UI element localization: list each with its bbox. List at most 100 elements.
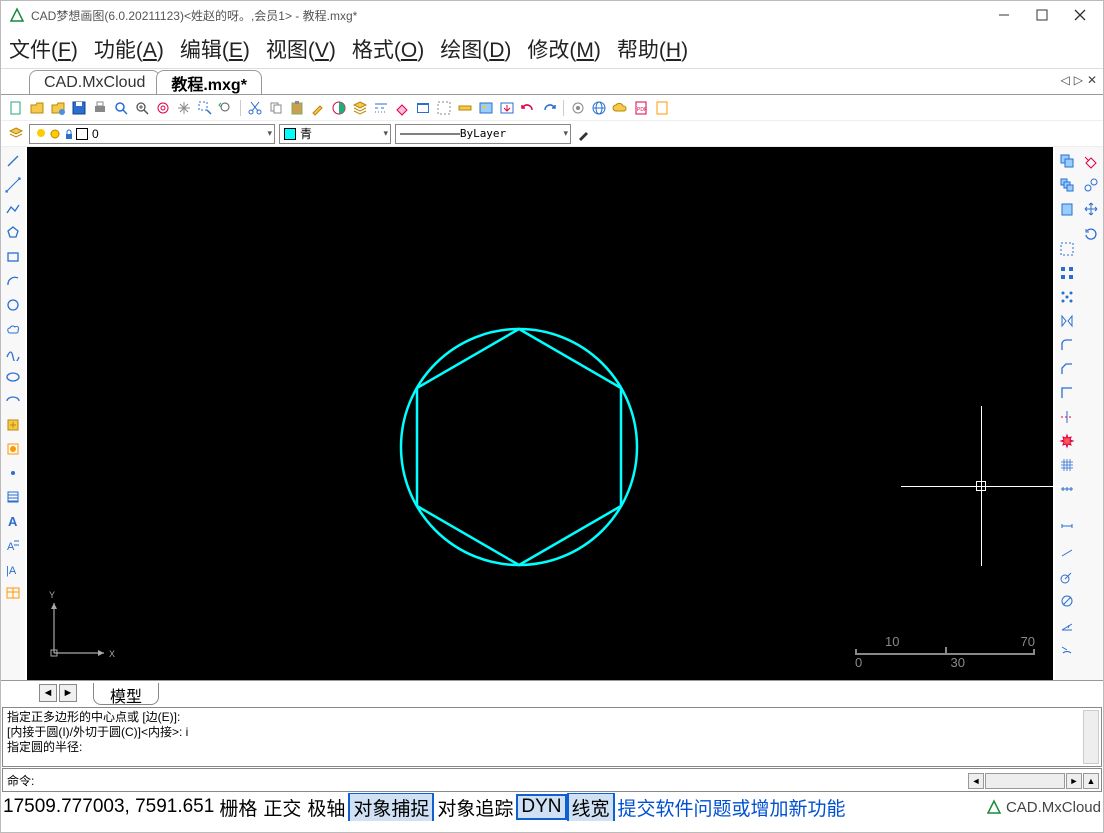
find-icon[interactable]	[112, 99, 130, 117]
chamfer-icon[interactable]	[1057, 359, 1077, 379]
zoom-extents-icon[interactable]	[154, 99, 172, 117]
table-icon[interactable]	[3, 583, 23, 603]
color-combo[interactable]: 青 ▾	[279, 124, 391, 144]
erase-icon[interactable]	[1081, 151, 1101, 171]
cut-icon[interactable]	[246, 99, 264, 117]
spline-icon[interactable]	[3, 343, 23, 363]
hatch-icon[interactable]	[3, 487, 23, 507]
redo-icon[interactable]	[540, 99, 558, 117]
help-icon[interactable]	[653, 99, 671, 117]
menu-view[interactable]: 视图(V)	[266, 34, 336, 64]
status-ortho[interactable]: 正交	[260, 794, 304, 821]
copy3-icon[interactable]	[1057, 175, 1077, 195]
status-feedback-link[interactable]: 提交软件问题或增加新功能	[615, 794, 849, 821]
scroll-left-icon[interactable]: ◄	[968, 773, 984, 789]
close-button[interactable]	[1073, 8, 1087, 22]
copy-obj-icon[interactable]	[1081, 175, 1101, 195]
revcloud-icon[interactable]	[3, 319, 23, 339]
scroll-up-icon[interactable]: ▲	[1083, 773, 1099, 789]
command-input[interactable]: 命令: ◄ ► ▲	[2, 768, 1102, 792]
minimize-button[interactable]	[997, 8, 1011, 22]
scroll-track[interactable]	[985, 773, 1065, 789]
chamfer2-icon[interactable]	[1057, 383, 1077, 403]
color-icon[interactable]	[330, 99, 348, 117]
array2-icon[interactable]	[1057, 287, 1077, 307]
dim-diameter-icon[interactable]	[1057, 591, 1077, 611]
scroll-right-icon[interactable]: ►	[1066, 773, 1082, 789]
insert-block-icon[interactable]	[3, 415, 23, 435]
status-otrack[interactable]: 对象追踪	[434, 794, 516, 821]
array-icon[interactable]	[1057, 263, 1077, 283]
dim-angular-icon[interactable]	[1057, 615, 1077, 635]
zoom-in-icon[interactable]	[133, 99, 151, 117]
status-dyn[interactable]: DYN	[516, 794, 566, 820]
grid-icon[interactable]	[1057, 455, 1077, 475]
make-block-icon[interactable]	[3, 439, 23, 459]
tab-cloud[interactable]: CAD.MxCloud	[29, 70, 160, 94]
mtext-icon[interactable]: A	[3, 535, 23, 555]
match-icon[interactable]	[309, 99, 327, 117]
line-icon[interactable]	[3, 151, 23, 171]
dim-aligned-icon[interactable]	[1057, 543, 1077, 563]
tab-prev-icon[interactable]: ◁	[1060, 73, 1069, 87]
print-icon[interactable]	[91, 99, 109, 117]
open-icon[interactable]	[28, 99, 46, 117]
drawing-canvas[interactable]: X Y 1070 030	[27, 147, 1053, 680]
linetype-icon[interactable]	[372, 99, 390, 117]
circle-icon[interactable]	[3, 295, 23, 315]
globe-icon[interactable]	[590, 99, 608, 117]
model-tab[interactable]: 模型	[93, 683, 159, 705]
move-icon[interactable]	[1081, 199, 1101, 219]
tab-nav-next[interactable]: ►	[59, 684, 77, 702]
layers-icon[interactable]	[351, 99, 369, 117]
layer-combo[interactable]: 0 ▾	[29, 124, 275, 144]
dim-radius-icon[interactable]	[1057, 567, 1077, 587]
status-grid[interactable]: 栅格	[216, 794, 260, 821]
eraser-icon[interactable]	[393, 99, 411, 117]
tab-close-icon[interactable]: ✕	[1087, 73, 1097, 87]
menu-edit[interactable]: 编辑(E)	[180, 34, 250, 64]
tab-nav-prev[interactable]: ◄	[39, 684, 57, 702]
mirror-icon[interactable]	[1057, 311, 1077, 331]
rotate-icon[interactable]	[1081, 223, 1101, 243]
scrollbar-vertical[interactable]	[1083, 710, 1099, 764]
pan-icon[interactable]	[175, 99, 193, 117]
pdf-icon[interactable]: PDF	[632, 99, 650, 117]
brush-icon[interactable]	[575, 125, 593, 143]
paste-icon[interactable]	[288, 99, 306, 117]
trim-icon[interactable]	[1057, 407, 1077, 427]
menu-file[interactable]: 文件(F)	[9, 34, 78, 64]
export-icon[interactable]	[498, 99, 516, 117]
ellipse-arc-icon[interactable]	[3, 391, 23, 411]
dim-arc-icon[interactable]	[1057, 639, 1077, 659]
copy2-icon[interactable]	[1057, 151, 1077, 171]
image-icon[interactable]	[477, 99, 495, 117]
polygon-icon[interactable]	[3, 223, 23, 243]
rectangle-icon[interactable]	[3, 247, 23, 267]
menu-help[interactable]: 帮助(H)	[617, 34, 688, 64]
status-lwt[interactable]: 线宽	[567, 793, 615, 821]
maximize-button[interactable]	[1035, 8, 1049, 22]
dim-linear-icon[interactable]	[1057, 519, 1077, 539]
save-icon[interactable]	[70, 99, 88, 117]
open2-icon[interactable]	[49, 99, 67, 117]
zoom-prev-icon[interactable]	[217, 99, 235, 117]
align-h-icon[interactable]	[1057, 479, 1077, 499]
measure-icon[interactable]	[456, 99, 474, 117]
select-rect-icon[interactable]	[1057, 239, 1077, 259]
settings-icon[interactable]	[569, 99, 587, 117]
window-icon[interactable]	[414, 99, 432, 117]
menu-draw[interactable]: 绘图(D)	[440, 34, 511, 64]
status-brand[interactable]: CAD.MxCloud	[986, 799, 1101, 816]
status-osnap[interactable]: 对象捕捉	[348, 793, 434, 821]
tab-next-icon[interactable]: ▷	[1074, 73, 1083, 87]
explode-icon[interactable]	[1057, 431, 1077, 451]
menu-modify[interactable]: 修改(M)	[527, 34, 601, 64]
copy-icon[interactable]	[267, 99, 285, 117]
cloud-icon[interactable]	[611, 99, 629, 117]
menu-format[interactable]: 格式(O)	[352, 34, 424, 64]
polyline-icon[interactable]	[3, 199, 23, 219]
attdef-icon[interactable]: |A	[3, 559, 23, 579]
new-icon[interactable]	[7, 99, 25, 117]
layer-mgr-icon[interactable]	[7, 125, 25, 143]
